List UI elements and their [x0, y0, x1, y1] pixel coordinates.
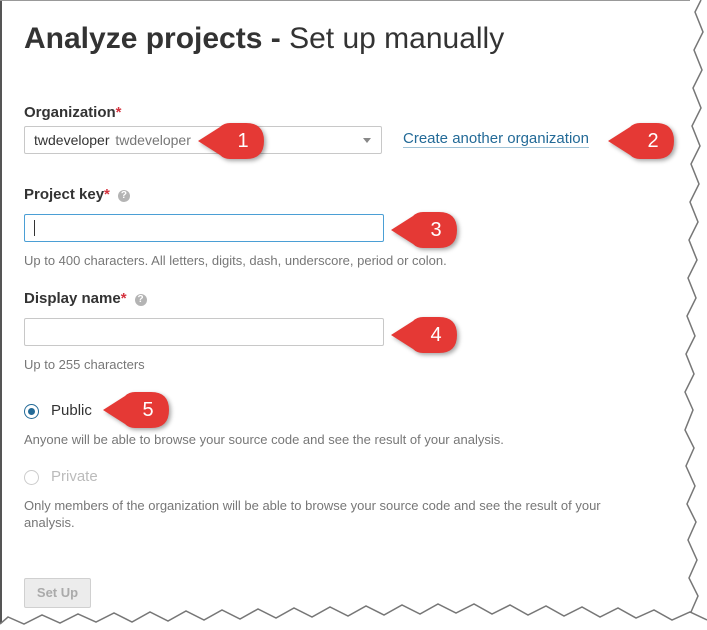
public-label[interactable]: Public: [51, 402, 92, 419]
callout-number: 4: [430, 324, 442, 346]
radio-selected-dot: [28, 408, 35, 415]
display-name-input[interactable]: [24, 318, 384, 346]
page-title-sub: Set up manually: [289, 22, 505, 55]
required-marker: *: [104, 186, 110, 203]
callout-4: 4: [391, 315, 457, 355]
required-marker: *: [115, 104, 122, 121]
public-description: Anyone will be able to browse your sourc…: [24, 432, 504, 447]
callout-1: 1: [198, 121, 264, 161]
organization-label: Organization*: [24, 104, 122, 121]
project-key-label: Project key*?: [24, 186, 130, 203]
private-radio[interactable]: [24, 470, 39, 485]
page: Analyze projects - Set up manually Organ…: [0, 0, 707, 630]
callout-3: 3: [391, 210, 457, 250]
display-name-label-text: Display name: [24, 290, 121, 307]
torn-edge-right: [684, 0, 707, 630]
public-radio[interactable]: [24, 404, 39, 419]
page-title-separator: -: [262, 22, 290, 55]
top-border: [0, 0, 690, 1]
callout-2: 2: [608, 121, 674, 161]
project-key-label-text: Project key: [24, 186, 105, 203]
required-marker: *: [120, 290, 127, 307]
help-icon[interactable]: ?: [117, 190, 130, 202]
project-key-hint: Up to 400 characters. All letters, digit…: [24, 253, 447, 268]
create-organization-link[interactable]: Create another organization: [403, 130, 589, 148]
help-icon[interactable]: ?: [134, 294, 147, 306]
private-description-line1: Only members of the organization will be…: [24, 498, 601, 513]
organization-key: twdeveloper: [34, 132, 110, 148]
text-caret: [34, 220, 35, 236]
callout-5: 5: [103, 390, 169, 430]
page-title-main: Analyze projects: [24, 22, 263, 55]
project-key-input[interactable]: [24, 214, 384, 242]
display-name-label: Display name*?: [24, 290, 147, 307]
organization-name: twdeveloper: [115, 132, 191, 148]
callout-number: 3: [430, 219, 442, 241]
private-label[interactable]: Private: [51, 468, 98, 485]
left-border: [0, 0, 2, 630]
page-title: Analyze projects - Set up manually: [24, 22, 504, 56]
chevron-down-icon: [363, 138, 371, 143]
torn-edge-bottom: [0, 603, 707, 630]
callout-number: 5: [142, 399, 154, 421]
organization-label-text: Organization: [24, 104, 116, 121]
display-name-hint: Up to 255 characters: [24, 357, 145, 372]
callout-number: 1: [237, 130, 249, 152]
private-description-line2: analysis.: [24, 515, 75, 530]
